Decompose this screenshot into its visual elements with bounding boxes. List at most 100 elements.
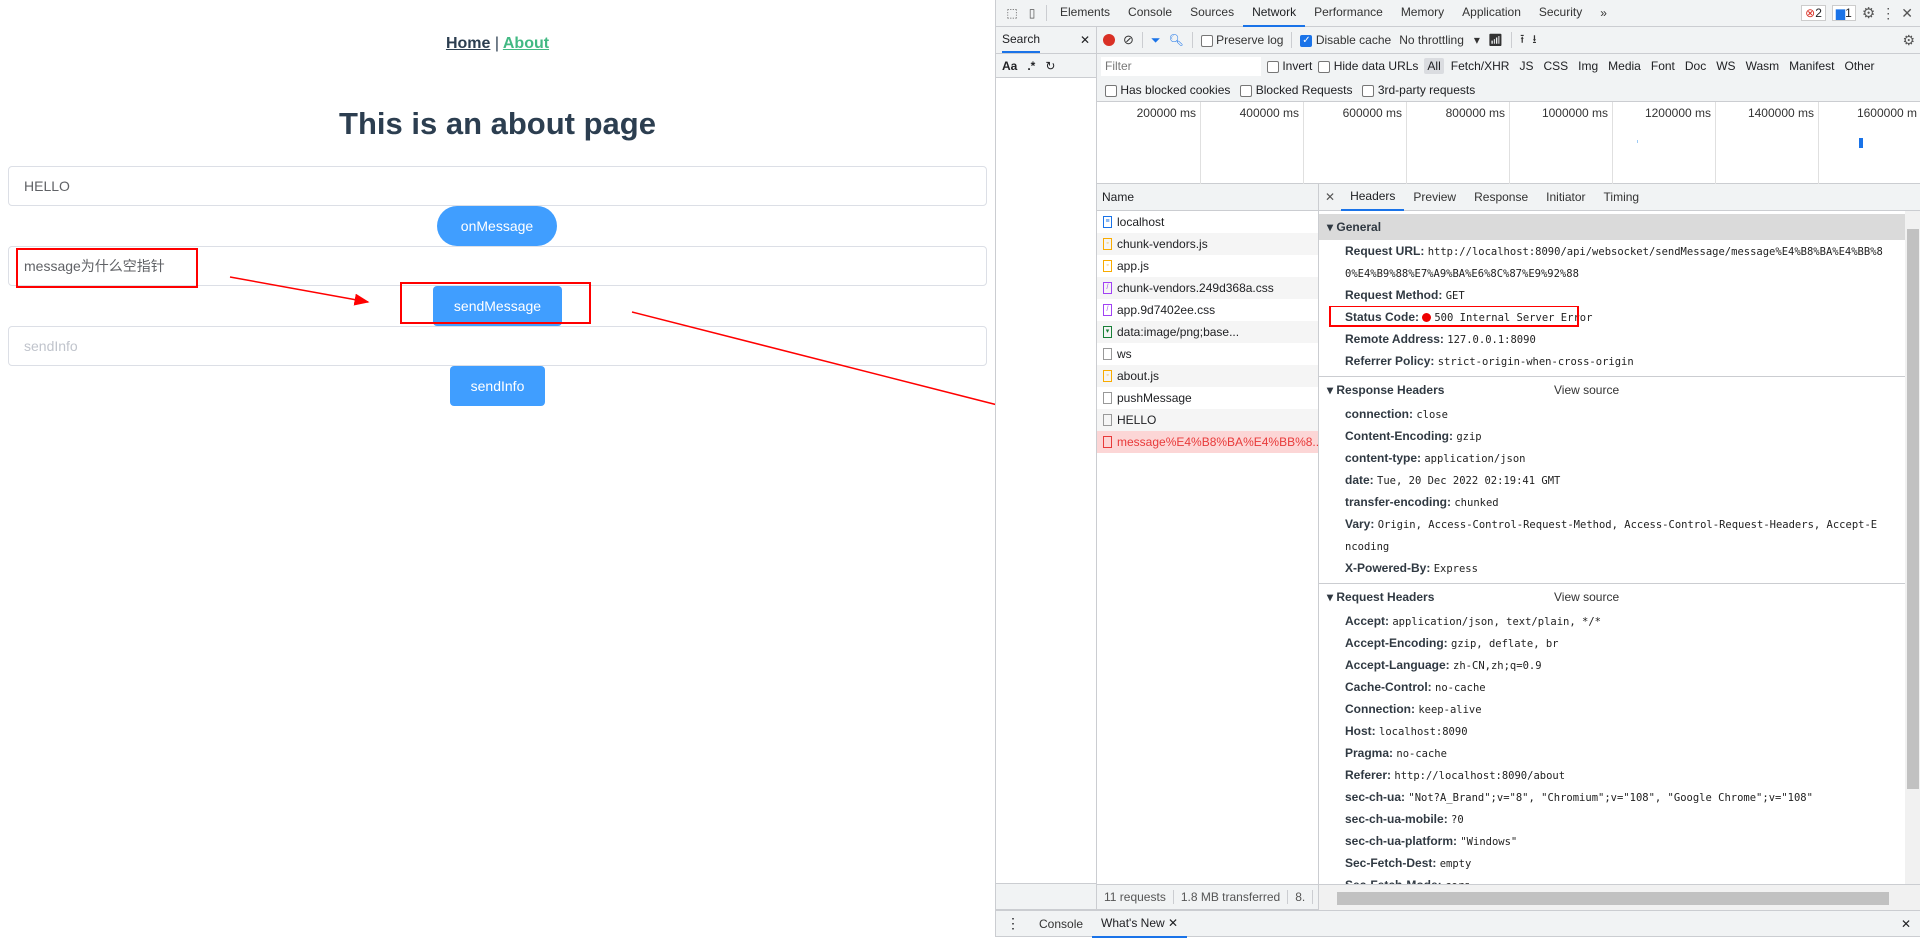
request-row[interactable]: ◦ chunk-vendors.js [1097, 233, 1318, 255]
header-value: empty [1439, 858, 1472, 870]
tab-performance[interactable]: Performance [1305, 0, 1392, 27]
filter-type-ws[interactable]: WS [1713, 58, 1738, 74]
close-search-icon[interactable]: ✕ [1080, 33, 1090, 47]
detail-tab-headers[interactable]: Headers [1341, 184, 1405, 211]
view-source-link[interactable]: View source [1554, 377, 1619, 403]
device-toolbar-icon[interactable]: ▯ [1022, 6, 1042, 20]
nav-about-link[interactable]: About [503, 35, 549, 52]
preserve-log-checkbox[interactable]: Preserve log [1200, 33, 1283, 47]
send-info-button[interactable]: sendInfo [450, 366, 545, 406]
request-row[interactable]: ≡ localhost [1097, 211, 1318, 233]
section-header-general[interactable]: ▾ General [1319, 214, 1905, 240]
detail-tab-response[interactable]: Response [1465, 184, 1537, 210]
detail-tab-initiator[interactable]: Initiator [1537, 184, 1594, 210]
message-input-1[interactable]: HELLO [8, 166, 987, 206]
more-options-icon[interactable]: ⋮ [1881, 5, 1895, 22]
section-header-response-headers[interactable]: ▾ Response Headers View source [1319, 377, 1905, 403]
tab-network[interactable]: Network [1243, 0, 1306, 27]
search-tab[interactable]: Search [1002, 27, 1041, 53]
checkbox[interactable] [1240, 84, 1253, 97]
detail-tab-preview[interactable]: Preview [1404, 184, 1465, 210]
import-har-icon[interactable]: ⭱ [1520, 30, 1524, 51]
request-row[interactable]: ws [1097, 343, 1318, 365]
more-filter-checkbox[interactable]: 3rd-party requests [1362, 83, 1475, 97]
detail-tab-timing[interactable]: Timing [1595, 184, 1649, 210]
clear-icon[interactable]: ⊘ [1123, 32, 1134, 48]
timeline-tick-label: 1200000 ms [1644, 106, 1711, 120]
close-drawer-icon[interactable]: ✕ [1901, 917, 1920, 931]
disable-cache-checkbox[interactable]: ✓ Disable cache [1300, 33, 1391, 47]
on-message-button[interactable]: onMessage [437, 206, 557, 246]
timeline-gridline [1509, 102, 1510, 184]
record-icon[interactable] [1103, 34, 1115, 46]
filter-type-doc[interactable]: Doc [1682, 58, 1709, 74]
settings-gear-icon[interactable]: ⚙ [1862, 4, 1875, 22]
more-tabs-button[interactable]: » [1591, 0, 1616, 26]
filter-input[interactable]: Filter [1101, 56, 1261, 76]
filter-type-manifest[interactable]: Manifest [1786, 58, 1837, 74]
vertical-scrollbar[interactable] [1905, 211, 1920, 884]
name-column-header[interactable]: Name [1097, 184, 1318, 211]
hide-data-urls-checkbox[interactable]: Hide data URLs [1318, 59, 1418, 73]
tab-security[interactable]: Security [1530, 0, 1591, 27]
filter-type-wasm[interactable]: Wasm [1743, 58, 1783, 74]
scrollbar-thumb[interactable] [1907, 229, 1919, 789]
horizontal-scrollbar[interactable] [1319, 884, 1920, 910]
filter-type-img[interactable]: Img [1575, 58, 1601, 74]
checkbox[interactable] [1105, 84, 1117, 97]
filter-type-media[interactable]: Media [1605, 58, 1644, 74]
request-row[interactable]: HELLO [1097, 409, 1318, 431]
section-header-request-headers[interactable]: ▾ Request Headers View source [1319, 584, 1905, 610]
tab-sources[interactable]: Sources [1181, 0, 1243, 27]
more-filter-checkbox[interactable]: Has blocked cookies [1105, 83, 1230, 97]
request-row[interactable]: ◦ app.js [1097, 255, 1318, 277]
collapse-triangle-icon: ▾ [1327, 383, 1337, 397]
scrollbar-thumb[interactable] [1337, 892, 1889, 905]
request-row[interactable]: pushMessage [1097, 387, 1318, 409]
match-case-toggle[interactable]: Aa [1002, 59, 1017, 73]
filter-type-js[interactable]: JS [1516, 58, 1536, 74]
close-details-icon[interactable]: ✕ [1325, 190, 1335, 204]
filter-icon[interactable]: ⏷ [1151, 33, 1161, 48]
errors-badge[interactable]: ⊗2 [1801, 5, 1826, 21]
view-source-link[interactable]: View source [1554, 584, 1619, 610]
network-settings-icon[interactable]: ⚙ [1902, 32, 1915, 49]
tab-application[interactable]: Application [1453, 0, 1530, 27]
drawer-tab-console[interactable]: Console [1030, 911, 1092, 937]
filter-type-font[interactable]: Font [1648, 58, 1678, 74]
filter-type-css[interactable]: CSS [1540, 58, 1571, 74]
refresh-icon[interactable]: ↻ [1045, 59, 1055, 73]
checkbox[interactable] [1362, 84, 1375, 97]
messages-badge[interactable]: ▆1 [1831, 5, 1856, 21]
regex-toggle[interactable]: .* [1027, 59, 1035, 73]
header-name: Connection: [1345, 702, 1415, 716]
network-overview-timeline[interactable]: 200000 ms 400000 ms 600000 ms 800000 ms 1000… [1097, 102, 1920, 184]
filter-type-other[interactable]: Other [1841, 58, 1877, 74]
filter-type-all[interactable]: All [1424, 58, 1444, 74]
inspect-element-icon[interactable]: ⬚ [1002, 6, 1022, 20]
tab-elements[interactable]: Elements [1051, 0, 1119, 27]
request-row[interactable]: / chunk-vendors.249d368a.css [1097, 277, 1318, 299]
request-row[interactable]: ◦ about.js [1097, 365, 1318, 387]
filter-type-fetchxhr[interactable]: Fetch/XHR [1448, 58, 1513, 74]
invert-checkbox[interactable]: Invert [1267, 59, 1312, 73]
search-icon[interactable]: 🔍︎ [1169, 33, 1184, 47]
checkbox-label: 3rd-party requests [1377, 83, 1476, 97]
header-value: no-cache [1435, 682, 1486, 694]
request-row[interactable]: / app.9d7402ee.css [1097, 299, 1318, 321]
more-filter-checkbox[interactable]: Blocked Requests [1240, 83, 1352, 97]
drawer-tab-what-s-new[interactable]: What's New ✕ [1092, 910, 1188, 938]
request-row[interactable]: ▾ data:image/png;base... [1097, 321, 1318, 343]
drawer-menu-icon[interactable]: ⋮ [996, 915, 1030, 932]
nav-home-link[interactable]: Home [446, 35, 490, 52]
export-har-icon[interactable]: ⭳ [1532, 30, 1536, 51]
request-row[interactable]: message%E4%B8%BA%E4%BB%8... [1097, 431, 1318, 453]
nav-separator: | [494, 35, 499, 52]
close-devtools-icon[interactable]: ✕ [1901, 5, 1913, 22]
tab-memory[interactable]: Memory [1392, 0, 1453, 27]
send-info-input[interactable]: sendInfo [8, 326, 987, 366]
close-tab-icon[interactable]: ✕ [1168, 916, 1178, 930]
throttling-select[interactable]: No throttling ▾ [1399, 33, 1480, 47]
network-conditions-icon[interactable]: 📶︎ [1488, 33, 1503, 47]
tab-console[interactable]: Console [1119, 0, 1181, 27]
